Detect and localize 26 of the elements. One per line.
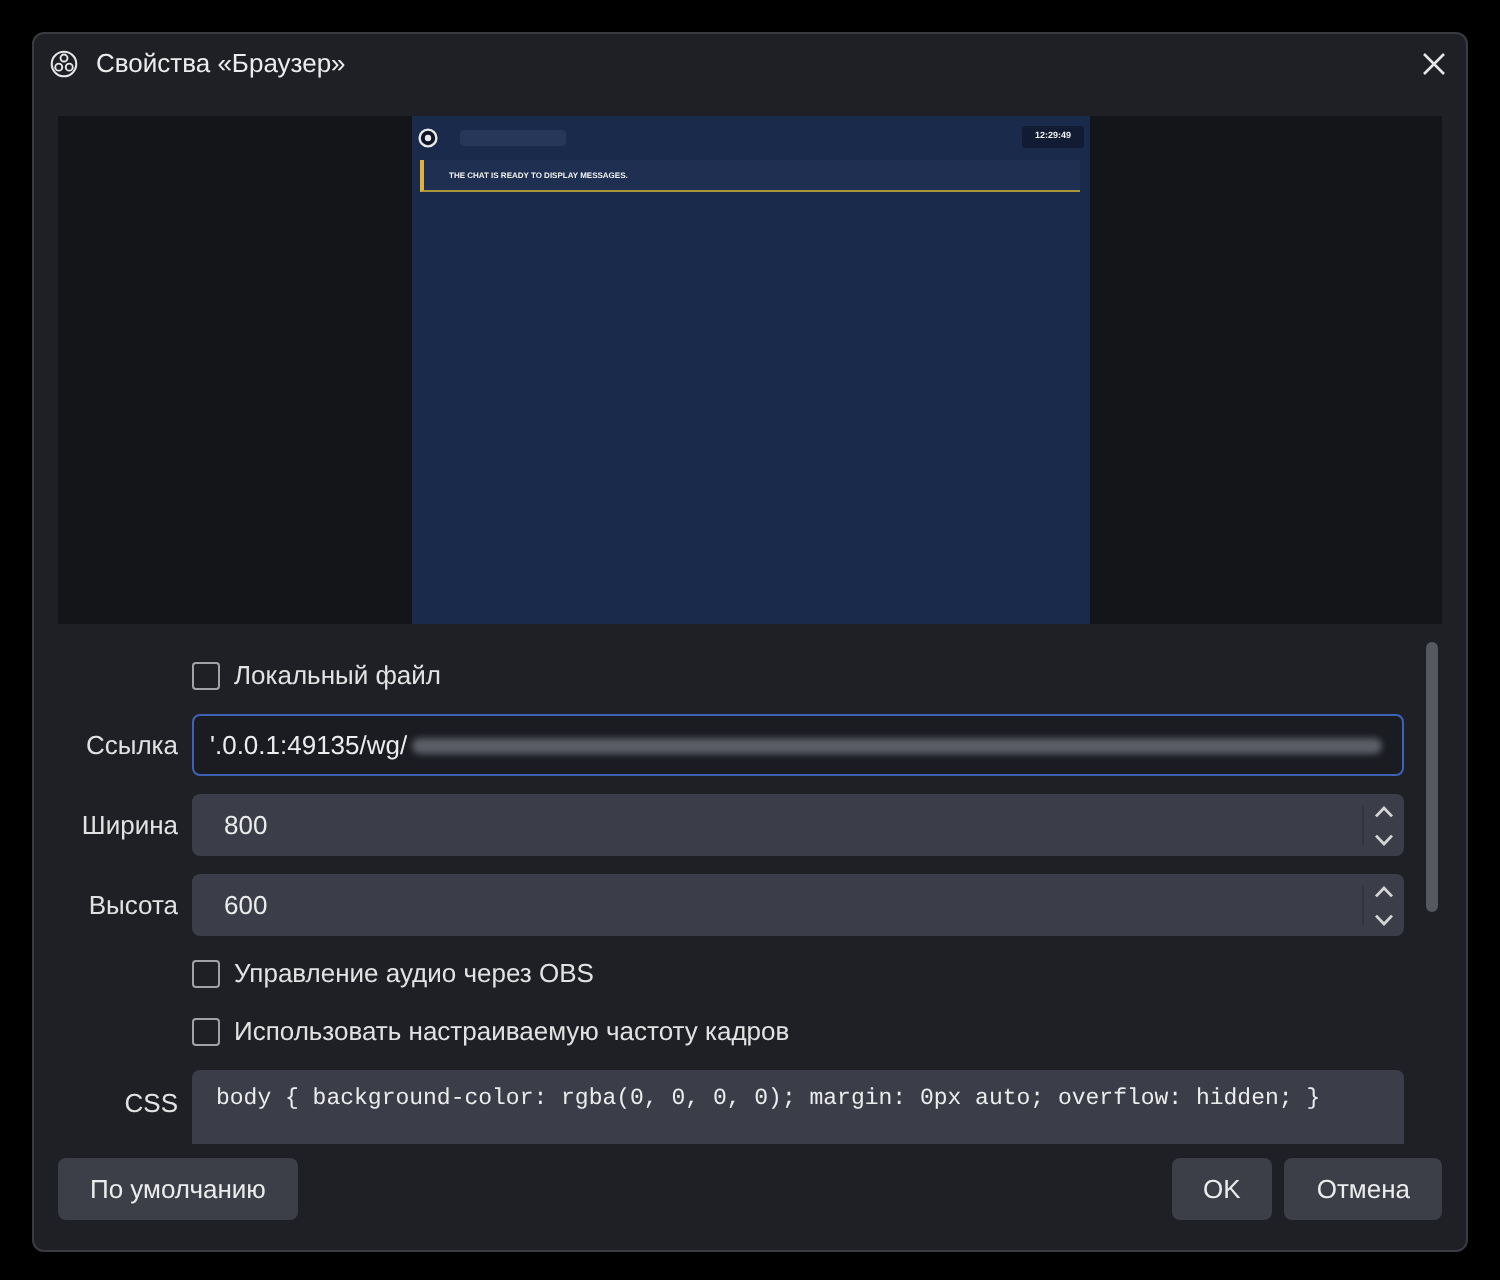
- css-text-area[interactable]: body { background-color: rgba(0, 0, 0, 0); margin: 0px auto; overflow: hidden; }: [192, 1070, 1404, 1144]
- field-label: Ссылка: [83, 727, 178, 764]
- chevron-down-icon[interactable]: [1374, 833, 1394, 845]
- chevron-up-icon[interactable]: [1374, 805, 1394, 817]
- number-field[interactable]: 600: [192, 874, 1404, 936]
- dialog-button[interactable]: Отмена: [1284, 1158, 1442, 1220]
- checkbox-label[interactable]: Использовать настраиваемую частоту кадров: [234, 1012, 790, 1052]
- window-title: Свойства «Браузер»: [96, 46, 346, 83]
- field-label: Ширина: [79, 807, 178, 844]
- chevron-up-icon[interactable]: [1374, 885, 1394, 897]
- dialog-button[interactable]: По умолчанию: [58, 1158, 298, 1220]
- number-field[interactable]: 800: [192, 794, 1404, 856]
- logo-icon: [417, 127, 437, 147]
- field-label: CSS: [122, 1086, 178, 1122]
- app-logo-icon: [50, 50, 78, 78]
- close-icon: [1422, 52, 1446, 76]
- checkbox[interactable]: [192, 662, 220, 690]
- field-label: Высота: [86, 887, 178, 924]
- checkbox-label[interactable]: Локальный файл: [234, 656, 441, 696]
- checkbox[interactable]: [192, 1018, 220, 1046]
- scrollbar-thumb[interactable]: [1426, 642, 1438, 912]
- checkbox-label[interactable]: Управление аудио через OBS: [234, 954, 594, 994]
- url-field[interactable]: '.0.0.1:49135/wg/: [192, 714, 1404, 776]
- chevron-down-icon[interactable]: [1374, 913, 1394, 925]
- checkbox[interactable]: [192, 960, 220, 988]
- dialog-button[interactable]: OK: [1171, 1158, 1273, 1220]
